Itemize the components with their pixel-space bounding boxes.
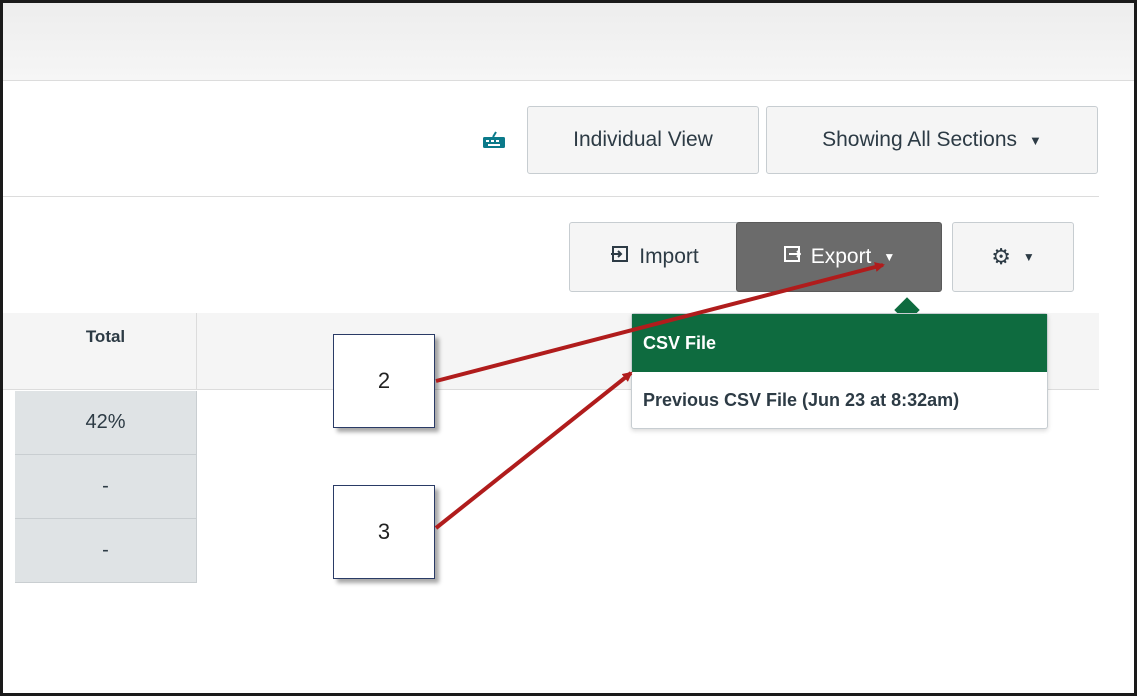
total-cell-value: - xyxy=(102,539,109,561)
screenshot-frame: Individual View Showing All Sections ▼ I… xyxy=(0,0,1137,696)
top-bar xyxy=(3,3,1134,81)
individual-view-label: Individual View xyxy=(573,128,713,151)
menu-item-previous-csv-file[interactable]: Previous CSV File (Jun 23 at 8:32am) xyxy=(632,372,1047,428)
arrow-3 xyxy=(434,371,633,530)
section-filter-label: Showing All Sections xyxy=(822,128,1018,151)
callout-box-3: 3 xyxy=(333,485,435,579)
section-filter-dropdown[interactable]: Showing All Sections ▼ xyxy=(766,106,1098,174)
export-icon xyxy=(783,245,802,269)
menu-item-csv-file[interactable]: CSV File xyxy=(632,314,1047,372)
total-cell[interactable]: - xyxy=(15,455,197,519)
total-header-label: Total xyxy=(85,327,126,346)
gear-icon: ⚙ xyxy=(991,244,1011,269)
callout-number: 2 xyxy=(377,368,391,393)
import-label: Import xyxy=(639,245,699,268)
total-column-header[interactable]: Total xyxy=(15,313,197,389)
export-label: Export xyxy=(810,245,872,268)
individual-view-button[interactable]: Individual View xyxy=(527,106,759,174)
export-dropdown-menu: CSV File Previous CSV File (Jun 23 at 8:… xyxy=(631,313,1048,429)
caret-down-icon: ▼ xyxy=(1022,250,1035,264)
keyboard-icon[interactable] xyxy=(482,131,506,149)
import-button[interactable]: Import xyxy=(569,222,741,292)
import-icon xyxy=(611,245,629,269)
export-button[interactable]: Export ▼ xyxy=(736,222,942,292)
total-cell[interactable]: 42% xyxy=(15,391,197,455)
settings-button[interactable]: ⚙ ▼ xyxy=(952,222,1074,292)
total-cell-value: 42% xyxy=(85,411,126,433)
total-cell[interactable]: - xyxy=(15,519,197,583)
total-cell-value: - xyxy=(102,475,109,497)
callout-number: 3 xyxy=(377,519,391,544)
caret-down-icon: ▼ xyxy=(883,250,896,264)
callout-box-2: 2 xyxy=(333,334,435,428)
caret-down-icon: ▼ xyxy=(1029,132,1042,148)
divider xyxy=(3,196,1099,197)
